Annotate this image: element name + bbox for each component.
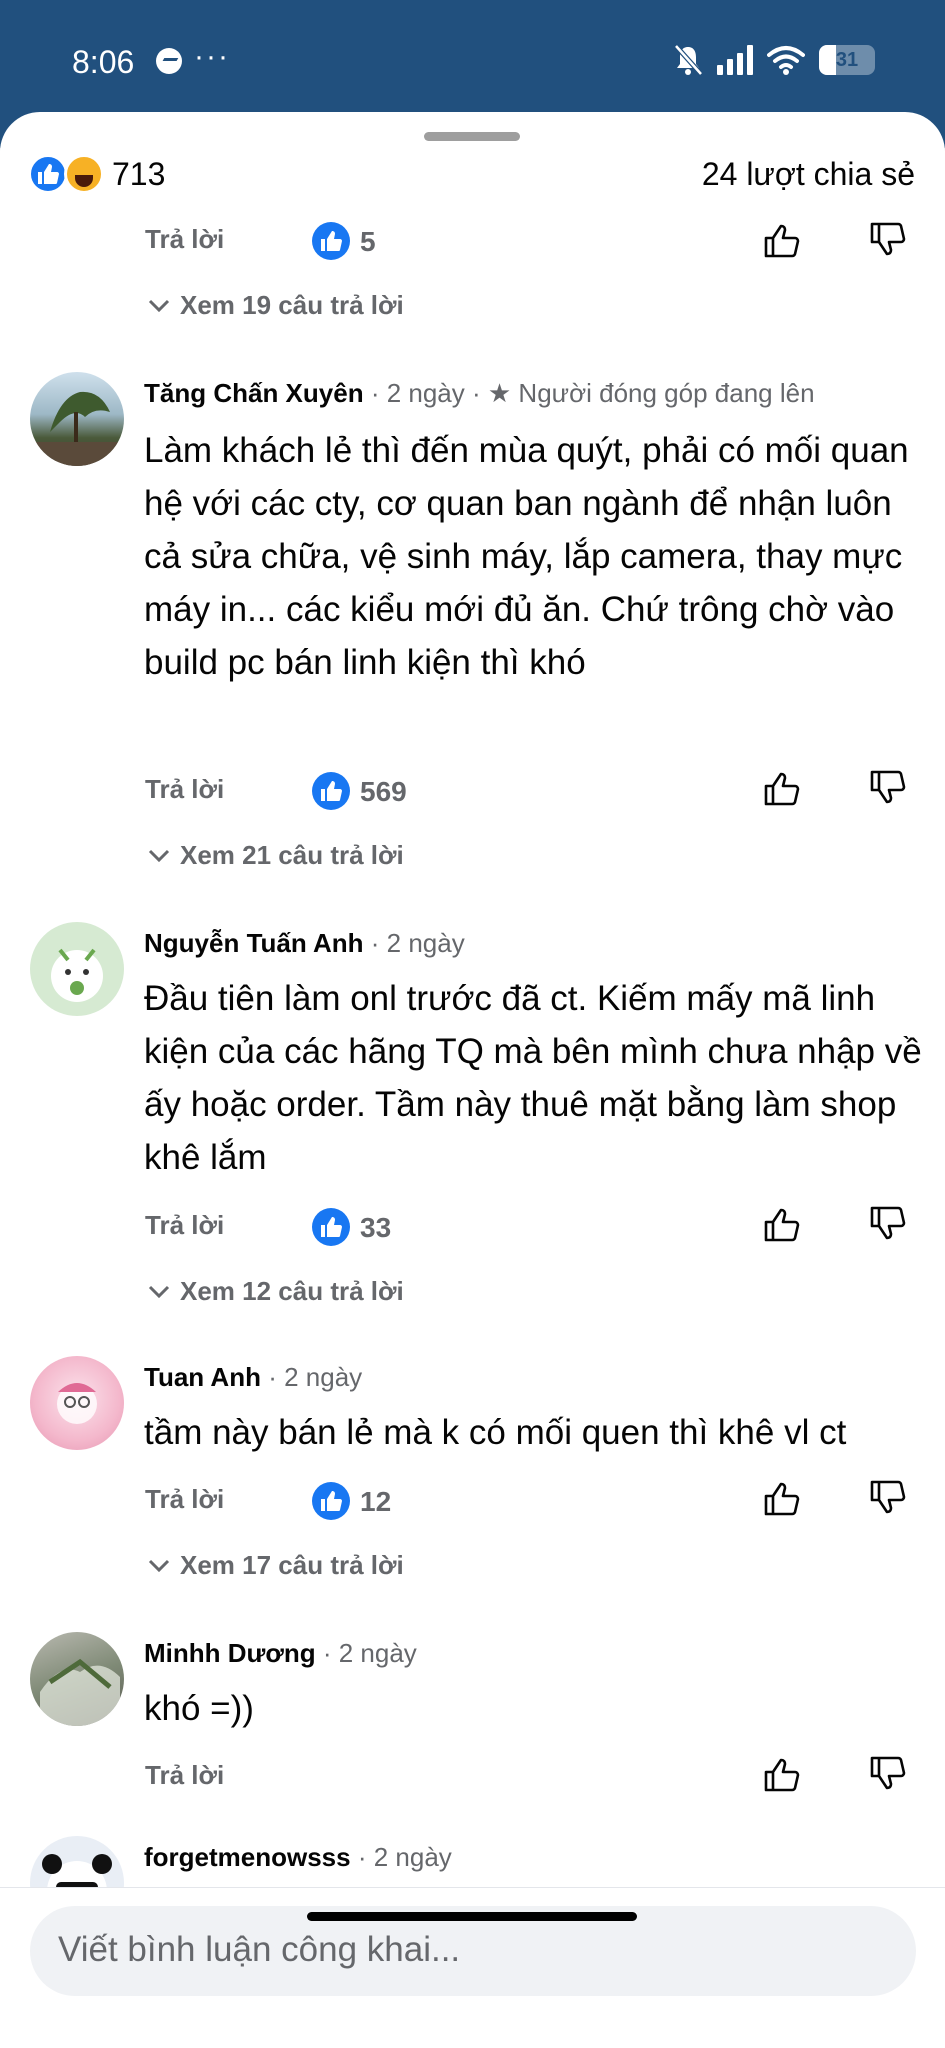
home-indicator[interactable] (307, 1912, 637, 1921)
status-bar: 8:06 ··· 31 (0, 0, 945, 112)
comment-author[interactable]: forgetmenowsss (144, 1842, 351, 1872)
thumb-down-icon[interactable] (868, 1754, 908, 1794)
share-count[interactable]: 24 lượt chia sẻ (702, 156, 915, 193)
view-replies-label: Xem 21 câu trả lời (180, 840, 404, 870)
messenger-icon (156, 48, 182, 74)
thumb-down-icon[interactable] (868, 1204, 908, 1244)
comment-time: · 2 ngày (357, 1842, 452, 1872)
reply-button[interactable]: Trả lời (145, 1760, 224, 1791)
like-reaction-icon (312, 1208, 350, 1246)
comments-sheet: Trả lời 5 Xem 19 câu trả lời Tăng Chấn X… (0, 112, 945, 2048)
avatar[interactable] (30, 1632, 124, 1726)
battery-icon: 31 (819, 45, 875, 75)
like-reaction-icon (312, 772, 350, 810)
comments-list[interactable]: Trả lời 5 Xem 19 câu trả lời Tăng Chấn X… (0, 112, 945, 1887)
comment-time: · 2 ngày (268, 1362, 363, 1392)
thumb-up-icon[interactable] (762, 1204, 802, 1244)
avatar[interactable] (30, 922, 124, 1016)
battery-level: 31 (835, 49, 859, 71)
sheet-drag-handle[interactable] (424, 132, 520, 141)
haha-reaction-icon (64, 154, 104, 194)
view-replies-button[interactable]: Xem 17 câu trả lời (148, 1550, 404, 1581)
comment-text: Làm khách lẻ thì đến mùa quýt, phải có m… (144, 431, 909, 682)
like-reaction-icon (312, 1482, 350, 1520)
comment-text: tầm này bán lẻ mà k có mối quen thì khê … (144, 1413, 847, 1452)
comment-author[interactable]: Nguyễn Tuấn Anh (144, 928, 364, 958)
avatar[interactable] (30, 372, 124, 466)
like-count: 33 (360, 1212, 392, 1243)
signal-icon (717, 45, 753, 75)
thumb-down-icon[interactable] (868, 768, 908, 808)
avatar[interactable] (30, 1356, 124, 1450)
thumb-up-icon[interactable] (762, 1478, 802, 1518)
reply-button[interactable]: Trả lời (145, 1484, 224, 1515)
comment-author-line: forgetmenowsss · 2 ngày (144, 1842, 452, 1873)
reply-button[interactable]: Trả lời (145, 224, 224, 255)
comment-author[interactable]: Tuan Anh (144, 1362, 261, 1392)
like-reaction-icon (312, 222, 350, 260)
comment-author-line: Tăng Chấn Xuyên · 2 ngày · ★ Người đóng … (144, 378, 815, 409)
comment-text: Đầu tiên làm onl trước đã ct. Kiếm mấy m… (144, 979, 922, 1177)
sheet-header: 713 24 lượt chia sẻ (0, 148, 945, 210)
contributor-badge: Người đóng góp đang lên (518, 378, 815, 408)
avatar[interactable] (30, 1836, 124, 1887)
more-notifications-icon: ··· (194, 40, 230, 73)
view-replies-button[interactable]: Xem 19 câu trả lời (148, 290, 404, 321)
view-replies-label: Xem 12 câu trả lời (180, 1276, 404, 1306)
comment-author[interactable]: Minhh Dương (144, 1638, 316, 1668)
status-time: 8:06 (72, 44, 135, 80)
comment-input-placeholder: Viết bình luận công khai... (58, 1930, 461, 1969)
system-nav-bar (0, 2010, 945, 2048)
chevron-down-icon (148, 1285, 170, 1298)
thumb-up-icon[interactable] (762, 1754, 802, 1794)
chevron-down-icon (148, 299, 170, 312)
comment-author-line: Nguyễn Tuấn Anh · 2 ngày (144, 928, 465, 959)
like-count: 5 (360, 226, 376, 257)
reaction-count[interactable]: 713 (112, 156, 165, 193)
wifi-icon (767, 46, 805, 75)
comment-time: · 2 ngày (322, 1638, 417, 1668)
like-count: 569 (360, 776, 407, 807)
thumb-up-icon[interactable] (762, 220, 802, 260)
thumb-down-icon[interactable] (868, 220, 908, 260)
view-replies-button[interactable]: Xem 21 câu trả lời (148, 840, 404, 871)
chevron-down-icon (148, 849, 170, 862)
comment-time: · 2 ngày · (370, 378, 481, 408)
like-reaction-icon (28, 154, 68, 194)
thumb-up-icon[interactable] (762, 768, 802, 808)
view-replies-label: Xem 19 câu trả lời (180, 290, 404, 320)
comment-text: khó =)) (144, 1689, 254, 1728)
view-replies-button[interactable]: Xem 12 câu trả lời (148, 1276, 404, 1307)
chevron-down-icon (148, 1559, 170, 1572)
comment-author-line: Minhh Dương · 2 ngày (144, 1638, 417, 1669)
star-icon: ★ (487, 378, 512, 408)
reply-button[interactable]: Trả lời (145, 774, 224, 805)
comment-time: · 2 ngày (370, 928, 465, 958)
reply-button[interactable]: Trả lời (145, 1210, 224, 1241)
comment-author-line: Tuan Anh · 2 ngày (144, 1362, 362, 1393)
like-count: 12 (360, 1486, 392, 1517)
bell-off-icon (674, 44, 703, 76)
thumb-down-icon[interactable] (868, 1478, 908, 1518)
comment-author[interactable]: Tăng Chấn Xuyên (144, 378, 364, 408)
view-replies-label: Xem 17 câu trả lời (180, 1550, 404, 1580)
